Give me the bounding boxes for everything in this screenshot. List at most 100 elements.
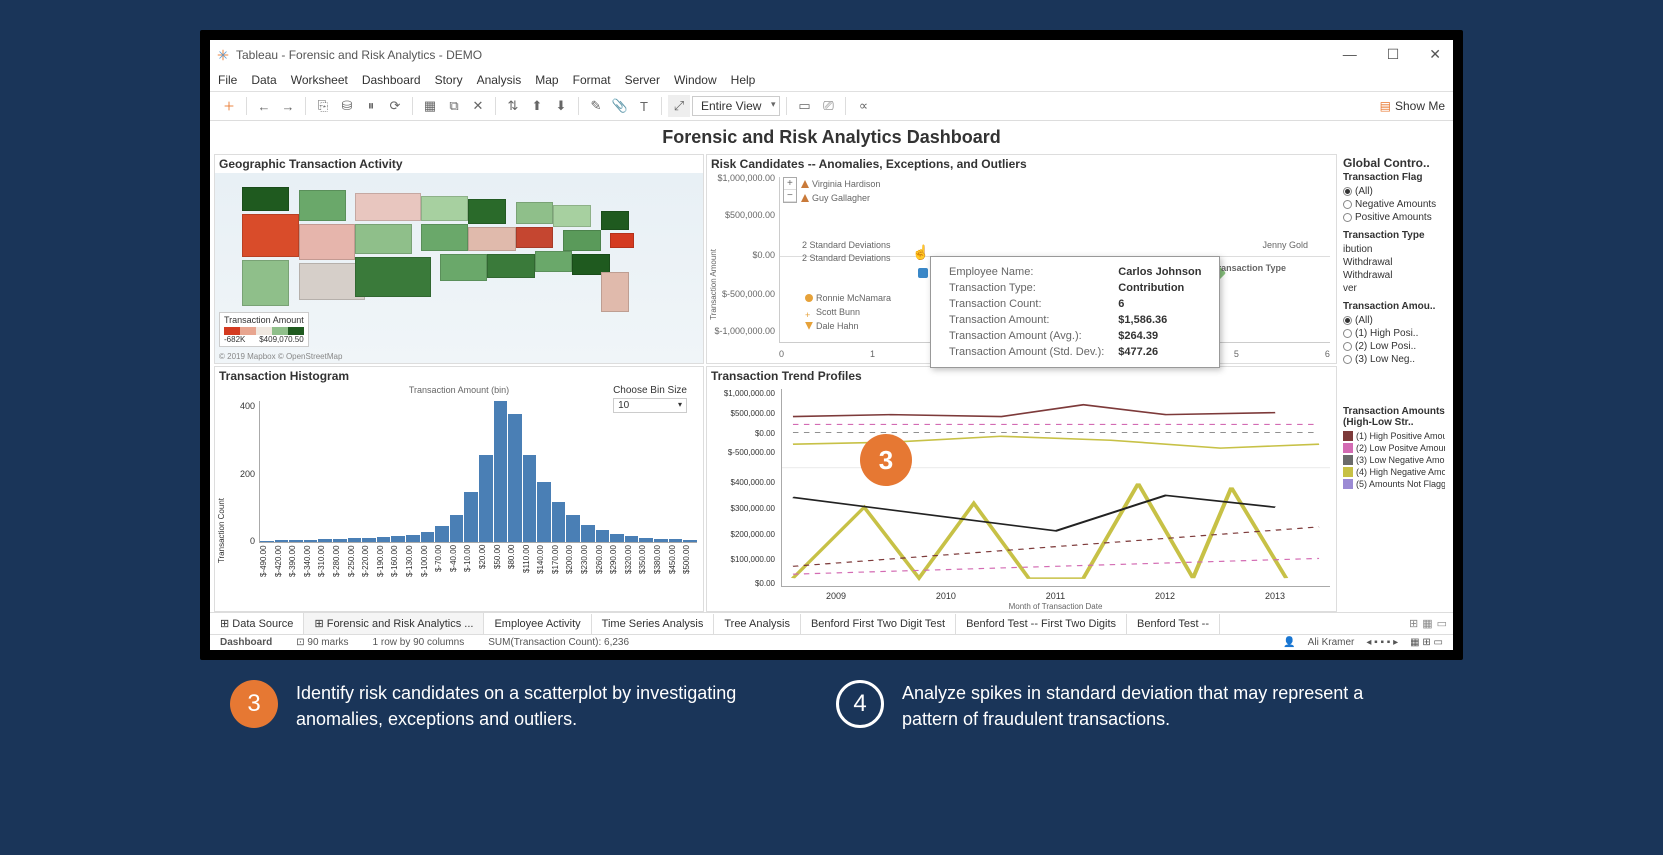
histogram-bar[interactable] (581, 525, 595, 542)
menu-help[interactable]: Help (731, 73, 756, 87)
swap-button[interactable]: ⇅ (502, 95, 524, 117)
sort-asc-button[interactable]: ⬆ (526, 95, 548, 117)
trend-chart[interactable]: $1,000,000.00 $500,000.00 $0.00 $-500,00… (707, 385, 1336, 611)
histogram-bar[interactable] (318, 539, 332, 542)
legend-item[interactable]: (5) Amounts Not Flagged (1343, 478, 1445, 490)
group-button[interactable]: 📎 (609, 95, 631, 117)
radio-all[interactable]: (All) (1343, 185, 1445, 198)
new-dashboard-icon[interactable]: ▦ (1422, 617, 1432, 630)
histogram-bar[interactable] (391, 536, 405, 542)
histogram-bar[interactable] (625, 536, 639, 542)
histogram-bar[interactable] (669, 539, 683, 542)
minimize-button[interactable]: — (1337, 44, 1363, 65)
histogram-bar[interactable] (421, 532, 435, 542)
histogram-bar[interactable] (377, 537, 391, 542)
cards-button[interactable]: ▭ (793, 95, 815, 117)
close-button[interactable]: ✕ (1423, 44, 1447, 65)
tab-timeseries[interactable]: Time Series Analysis (592, 614, 715, 634)
share-button[interactable]: ∝ (852, 95, 874, 117)
user-icon: 👤 (1283, 637, 1295, 648)
menu-story[interactable]: Story (435, 73, 463, 87)
tableau-icon[interactable] (218, 95, 240, 117)
highlight-button[interactable]: ✎ (585, 95, 607, 117)
histogram-bar[interactable] (260, 541, 274, 542)
new-sheet-icon[interactable]: ⊞ (1409, 617, 1418, 630)
legend-item[interactable]: (3) Low Negative Amounts [-$0.01 to -$.. (1343, 454, 1445, 466)
status-dashboard: Dashboard (220, 637, 272, 648)
menu-analysis[interactable]: Analysis (477, 73, 522, 87)
text-button[interactable]: T (633, 95, 655, 117)
legend-item[interactable]: (2) Low Positve Amounts [$0.01 to $50.. (1343, 442, 1445, 454)
tab-data-source[interactable]: ⊞ Data Source (210, 613, 304, 634)
map-panel: Geographic Transaction Activity (214, 154, 704, 364)
histogram-bar[interactable] (508, 414, 522, 542)
menu-window[interactable]: Window (674, 73, 717, 87)
histogram-bar[interactable] (596, 530, 610, 542)
tab-tree[interactable]: Tree Analysis (714, 614, 801, 634)
menu-dashboard[interactable]: Dashboard (362, 73, 421, 87)
filmstrip-icon[interactable]: ▦ ⊞ ▭ (1410, 637, 1443, 648)
zoom-out-icon[interactable]: − (784, 190, 796, 202)
map-zoom-controls[interactable]: + − (783, 177, 797, 203)
new-story-icon[interactable]: ▭ (1437, 617, 1447, 630)
tab-forensic[interactable]: ⊞ Forensic and Risk Analytics ... (304, 613, 484, 634)
histogram-bar[interactable] (610, 534, 624, 542)
histogram-bar[interactable] (566, 515, 580, 542)
zoom-in-icon[interactable]: + (784, 178, 796, 190)
histogram-bar[interactable] (333, 539, 347, 542)
tableau-window: Tableau - Forensic and Risk Analytics - … (210, 40, 1453, 650)
radio-positive[interactable]: Positive Amounts (1343, 211, 1445, 224)
menu-format[interactable]: Format (573, 73, 611, 87)
histogram-bar[interactable] (406, 535, 420, 542)
show-me-button[interactable]: ▤ Show Me (1380, 99, 1445, 113)
view-mode-select[interactable]: Entire View (692, 96, 780, 116)
show-me-icon: ▤ (1380, 99, 1391, 113)
histogram-bar[interactable] (479, 455, 493, 542)
legend-item[interactable]: (1) High Positive Amounts [Greater Than.… (1343, 430, 1445, 442)
tab-benford3[interactable]: Benford Test -- (1127, 614, 1220, 634)
histogram-bar[interactable] (683, 540, 697, 542)
presentation-button[interactable]: ⎚ (817, 95, 839, 117)
histogram-bar[interactable] (435, 526, 449, 542)
menu-data[interactable]: Data (251, 73, 276, 87)
histogram-bar[interactable] (304, 540, 318, 542)
histogram-bar[interactable] (654, 539, 668, 542)
histogram-bar[interactable] (639, 538, 653, 542)
save-button[interactable]: ⎘ (312, 95, 334, 117)
clear-button[interactable]: ✕ (467, 95, 489, 117)
menu-server[interactable]: Server (625, 73, 660, 87)
menu-file[interactable]: File (218, 73, 237, 87)
radio-negative[interactable]: Negative Amounts (1343, 198, 1445, 211)
new-worksheet-button[interactable]: ▦ (419, 95, 441, 117)
menu-map[interactable]: Map (535, 73, 558, 87)
undo-button[interactable]: ← (253, 95, 275, 117)
redo-button[interactable]: → (277, 95, 299, 117)
histogram-bar[interactable] (348, 538, 362, 542)
histogram-bar[interactable] (362, 538, 376, 542)
refresh-button[interactable]: ⟳ (384, 95, 406, 117)
pause-button[interactable]: ⏸ (360, 95, 382, 117)
us-map[interactable]: Transaction Amount -682K $409,070.50 (215, 173, 703, 363)
histogram-bar[interactable] (289, 540, 303, 542)
tab-employee[interactable]: Employee Activity (484, 614, 591, 634)
maximize-button[interactable]: ☐ (1381, 44, 1406, 65)
menu-worksheet[interactable]: Worksheet (291, 73, 348, 87)
legend-item[interactable]: (4) High Negative Amounts [Lesser Than.. (1343, 466, 1445, 478)
new-data-button[interactable]: ⛁ (336, 95, 358, 117)
histogram-bar[interactable] (464, 492, 478, 542)
scatter-title: Risk Candidates -- Anomalies, Exceptions… (707, 155, 1336, 173)
histogram-bar[interactable] (523, 455, 537, 542)
duplicate-button[interactable]: ⧉ (443, 95, 465, 117)
histogram-chart[interactable]: Transaction Amount (bin) Choose Bin Size… (215, 385, 703, 611)
tab-benford1[interactable]: Benford First Two Digit Test (801, 614, 956, 634)
sort-desc-button[interactable]: ⬇ (550, 95, 572, 117)
histogram-bar[interactable] (552, 502, 566, 542)
histogram-bar[interactable] (275, 540, 289, 542)
cursor-icon: ☝ (912, 244, 929, 261)
histogram-bar[interactable] (537, 482, 551, 542)
callout-text-3: Identify risk candidates on a scatterplo… (296, 680, 776, 732)
tab-benford2[interactable]: Benford Test -- First Two Digits (956, 614, 1127, 634)
fit-button[interactable]: ⤢ (668, 95, 690, 117)
histogram-bar[interactable] (494, 401, 508, 542)
histogram-bar[interactable] (450, 515, 464, 542)
